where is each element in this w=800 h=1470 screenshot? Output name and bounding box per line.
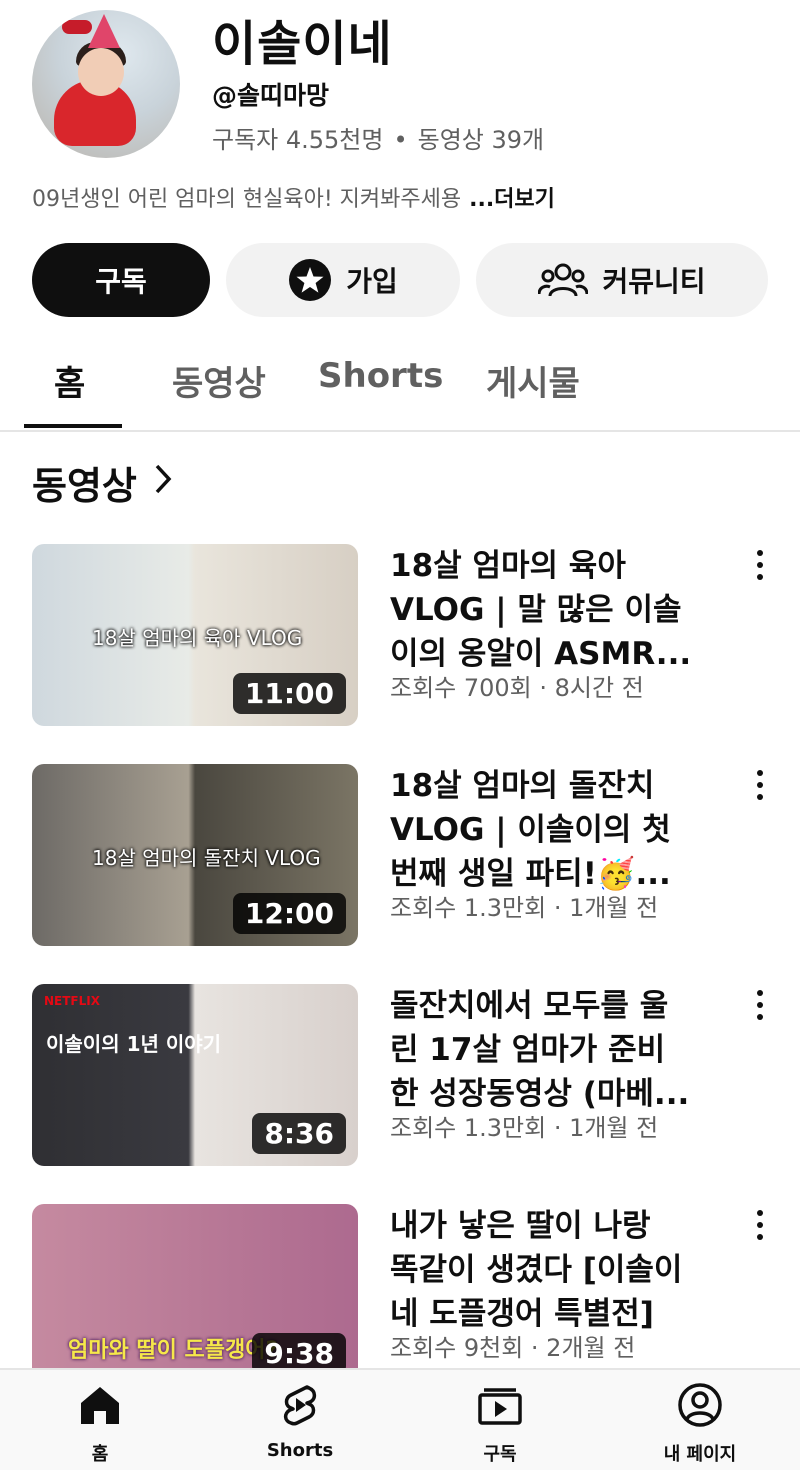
- video-thumbnail[interactable]: 18살 엄마의 돌잔치 VLOG 12:00: [32, 764, 358, 946]
- tab-posts[interactable]: 게시물: [486, 356, 580, 405]
- subscriptions-icon: [477, 1382, 523, 1432]
- nav-my-page[interactable]: 내 페이지: [640, 1382, 760, 1466]
- video-item[interactable]: 엄마와 딸이 도플갱어? 9:38 내가 낳은 딸이 나랑 똑같이 생겼다 [이…: [0, 1204, 800, 1368]
- nav-subscriptions[interactable]: 구독: [440, 1382, 560, 1466]
- more-options-icon[interactable]: [750, 990, 770, 1020]
- shorts-icon: [277, 1382, 323, 1432]
- video-thumbnail[interactable]: 엄마와 딸이 도플갱어? 9:38: [32, 1204, 358, 1368]
- home-icon: [77, 1382, 123, 1432]
- channel-avatar[interactable]: [32, 10, 180, 158]
- video-thumbnail[interactable]: 18살 엄마의 육아 VLOG 11:00: [32, 544, 358, 726]
- video-meta: 조회수 9천회 · 2개월 전: [390, 1334, 636, 1362]
- nav-subscriptions-label: 구독: [483, 1444, 517, 1465]
- bottom-navigation: 홈 Shorts 구독 내 페이지: [0, 1368, 800, 1470]
- people-icon: [538, 260, 589, 300]
- nav-my-page-label: 내 페이지: [663, 1444, 737, 1465]
- more-link[interactable]: ...더보기: [469, 187, 555, 212]
- nav-home[interactable]: 홈: [40, 1382, 160, 1466]
- chevron-right-icon: [153, 461, 173, 505]
- video-item[interactable]: NETFLIX 이솔이의 1년 이야기 8:36 돌잔치에서 모두를 울 린 1…: [0, 984, 800, 1174]
- video-title[interactable]: 내가 낳은 딸이 나랑 똑같이 생겼다 [이솔이 네 도플갱어 특별전]: [390, 1204, 720, 1336]
- nav-shorts-label: Shorts: [266, 1440, 334, 1461]
- active-tab-indicator: [24, 424, 122, 428]
- netflix-logo: NETFLIX: [44, 994, 100, 1008]
- section-title: 동영상: [32, 464, 137, 508]
- video-title[interactable]: 18살 엄마의 돌잔치 VLOG | 이솔이의 첫 번째 생일 파티!🥳...: [390, 764, 720, 896]
- thumbnail-caption: 엄마와 딸이 도플갱어?: [68, 1338, 279, 1363]
- nav-home-label: 홈: [91, 1444, 109, 1465]
- video-title[interactable]: 돌잔치에서 모두를 울 린 17살 엄마가 준비 한 성장동영상 (마베...: [390, 984, 720, 1116]
- video-title[interactable]: 18살 엄마의 육아 VLOG | 말 많은 이솔 이의 옹알이 ASMR...: [390, 544, 720, 676]
- thumbnail-caption: 이솔이의 1년 이야기: [46, 1032, 222, 1056]
- subscribe-label: 구독: [95, 265, 147, 298]
- video-count: 동영상 39개: [417, 126, 545, 154]
- tab-home[interactable]: 홈: [54, 356, 85, 405]
- thumbnail-caption: 18살 엄마의 돌잔치 VLOG: [92, 846, 321, 870]
- channel-description[interactable]: 09년생인 어린 엄마의 현실육아! 지켜봐주세용 ...더보기: [32, 181, 555, 213]
- channel-stats: 구독자 4.55천명 • 동영상 39개: [212, 126, 545, 154]
- video-duration: 9:38: [252, 1333, 346, 1368]
- join-button[interactable]: 가입: [226, 243, 460, 317]
- video-thumbnail[interactable]: NETFLIX 이솔이의 1년 이야기 8:36: [32, 984, 358, 1166]
- community-button[interactable]: 커뮤니티: [476, 243, 768, 317]
- join-label: 가입: [346, 265, 398, 298]
- channel-tabs: 홈 동영상 Shorts 게시물: [0, 340, 800, 432]
- star-badge-icon: [288, 258, 332, 302]
- more-options-icon[interactable]: [750, 550, 770, 580]
- channel-name: 이솔이네: [212, 16, 393, 72]
- description-text: 09년생인 어린 엄마의 현실육아! 지켜봐주세용: [32, 187, 462, 212]
- tab-shorts[interactable]: Shorts: [318, 356, 443, 396]
- video-duration: 12:00: [232, 893, 346, 934]
- channel-handle: @솔띠마망: [212, 81, 330, 110]
- video-duration: 11:00: [232, 673, 346, 714]
- more-options-icon[interactable]: [750, 770, 770, 800]
- video-meta: 조회수 1.3만회 · 1개월 전: [390, 1114, 659, 1142]
- more-options-icon[interactable]: [750, 1210, 770, 1240]
- subscriber-count: 구독자 4.55천명: [212, 126, 384, 154]
- video-item[interactable]: 18살 엄마의 육아 VLOG 11:00 18살 엄마의 육아 VLOG | …: [0, 544, 800, 734]
- video-meta: 조회수 1.3만회 · 1개월 전: [390, 894, 659, 922]
- thumbnail-caption: 18살 엄마의 육아 VLOG: [92, 626, 303, 650]
- nav-shorts[interactable]: Shorts: [240, 1382, 360, 1461]
- community-label: 커뮤니티: [602, 265, 706, 298]
- video-meta: 조회수 700회 · 8시간 전: [390, 674, 644, 702]
- account-icon: [677, 1382, 723, 1432]
- subscribe-button[interactable]: 구독: [32, 243, 210, 317]
- videos-section-header[interactable]: 동영상: [32, 455, 173, 510]
- video-duration: 8:36: [252, 1113, 346, 1154]
- tab-videos[interactable]: 동영상: [172, 356, 266, 405]
- video-item[interactable]: 18살 엄마의 돌잔치 VLOG 12:00 18살 엄마의 돌잔치 VLOG …: [0, 764, 800, 954]
